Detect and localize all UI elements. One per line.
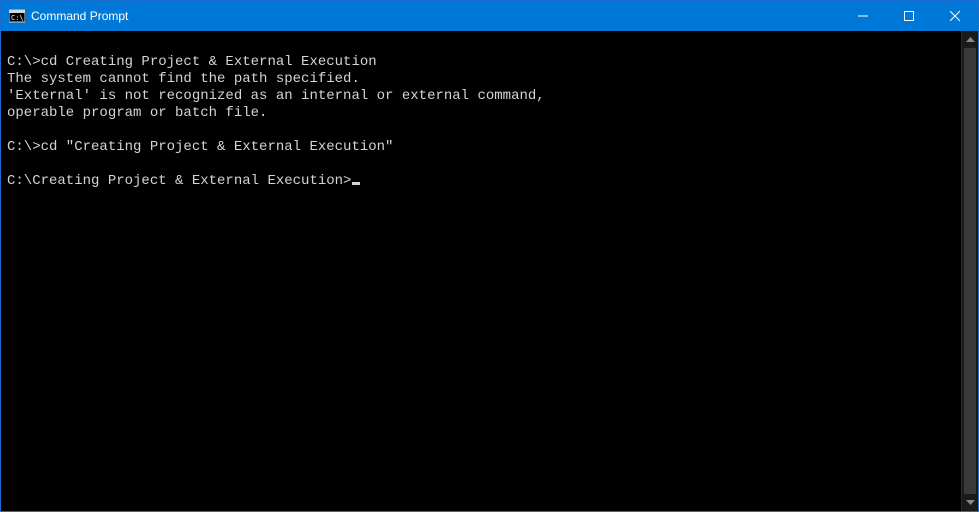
- command-prompt-window: C:\ Command Prompt C:\>cd Creating Proje…: [0, 0, 979, 512]
- vertical-scrollbar[interactable]: [961, 31, 978, 511]
- client-area: C:\>cd Creating Project & External Execu…: [1, 31, 978, 511]
- scroll-thumb[interactable]: [964, 48, 976, 494]
- titlebar[interactable]: C:\ Command Prompt: [1, 1, 978, 31]
- scroll-up-button[interactable]: [962, 31, 978, 48]
- terminal-line: [7, 156, 957, 173]
- window-title: Command Prompt: [31, 9, 128, 23]
- terminal-output[interactable]: C:\>cd Creating Project & External Execu…: [1, 31, 961, 511]
- window-controls: [840, 1, 978, 31]
- terminal-line: 'External' is not recognized as an inter…: [7, 88, 957, 105]
- terminal-line: C:\Creating Project & External Execution…: [7, 173, 957, 190]
- maximize-button[interactable]: [886, 1, 932, 31]
- svg-text:C:\: C:\: [11, 14, 24, 22]
- close-button[interactable]: [932, 1, 978, 31]
- terminal-line: The system cannot find the path specifie…: [7, 71, 957, 88]
- scroll-track[interactable]: [962, 48, 978, 494]
- terminal-line: [7, 122, 957, 139]
- terminal-line: [7, 37, 957, 54]
- cmd-icon: C:\: [9, 8, 25, 24]
- terminal-line: operable program or batch file.: [7, 105, 957, 122]
- scroll-down-button[interactable]: [962, 494, 978, 511]
- cursor: [352, 182, 360, 185]
- terminal-line: C:\>cd "Creating Project & External Exec…: [7, 139, 957, 156]
- terminal-line: C:\>cd Creating Project & External Execu…: [7, 54, 957, 71]
- minimize-button[interactable]: [840, 1, 886, 31]
